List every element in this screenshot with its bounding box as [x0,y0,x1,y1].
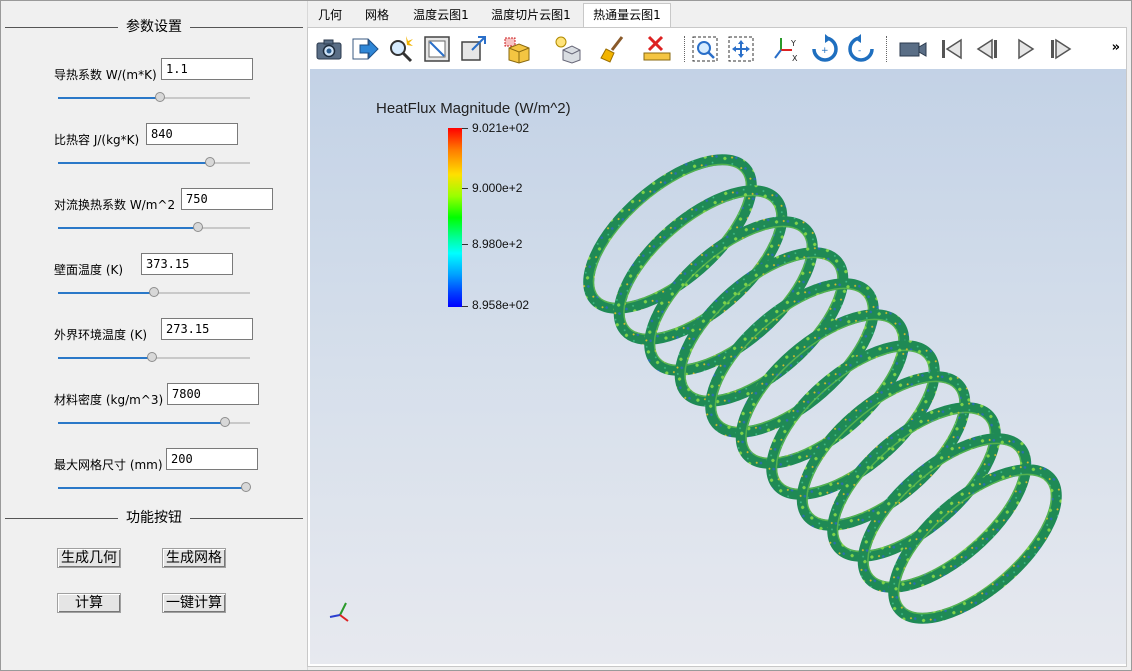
toolbar: YX + - » [308,28,1126,69]
slider-handle[interactable] [204,157,215,167]
tab-temperature-slice-contour[interactable]: 温度切片云图1 [481,3,581,28]
slider-handle[interactable] [154,92,165,102]
one-click-compute-button[interactable]: 一键计算 [162,593,226,613]
spring-coils [583,154,1062,624]
param-label: 最大网格尺寸 (mm) [54,458,163,472]
buttons-group-header: 功能按钮 [5,508,303,528]
svg-text:-: - [858,46,861,56]
previous-frame-icon[interactable] [972,34,1002,64]
param-row: 壁面温度 (K) 373.15 [1,253,307,313]
svg-text:X: X [792,54,798,63]
render-viewport[interactable]: HeatFlux Magnitude (W/m^2) 9.021e+02 9.0… [310,69,1126,664]
param-row: 对流换热系数 W/m^2 750 [1,188,307,248]
param-label: 导热系数 W/(m*K) [54,68,157,82]
last-frame-icon[interactable] [1046,34,1076,64]
clear-brush-icon[interactable] [598,34,628,64]
tab-temperature-contour[interactable]: 温度云图1 [403,3,479,28]
svg-text:+: + [821,46,829,56]
param-value-input[interactable]: 1.1 [161,58,253,80]
axes-orient-icon[interactable]: YX [772,34,802,64]
slider-fill [58,487,247,489]
param-row: 外界环境温度 (K) 273.15 [1,318,307,378]
restore-frame-icon[interactable] [458,34,488,64]
toolbar-separator [684,36,685,62]
rotate-ccw-icon[interactable]: - [846,34,876,64]
zoom-magic-icon[interactable] [386,34,416,64]
ruler-clear-icon[interactable] [642,34,672,64]
slider-fill [58,162,210,164]
camera-icon[interactable] [314,34,344,64]
toolbar-separator [886,36,887,62]
rotate-cw-icon[interactable]: + [810,34,840,64]
box-select-icon[interactable] [502,34,532,64]
param-slider[interactable] [58,222,250,234]
play-icon[interactable] [1010,34,1040,64]
slider-handle[interactable] [241,482,252,492]
svg-text:Y: Y [790,39,796,48]
param-slider[interactable] [58,157,250,169]
param-slider[interactable] [58,92,250,104]
slider-fill [58,357,153,359]
param-row: 最大网格尺寸 (mm) 200 [1,448,307,508]
param-slider[interactable] [58,417,250,429]
orientation-axes-icon [329,602,349,622]
slider-handle[interactable] [149,287,159,297]
generate-geometry-button[interactable]: 生成几何 [57,548,121,568]
param-label: 材料密度 (kg/m^3) [54,393,164,407]
param-value-input[interactable]: 7800 [167,383,259,405]
params-group-title: 参数设置 [118,17,190,37]
param-value-input[interactable]: 373.15 [141,253,233,275]
slider-fill [58,97,160,99]
slider-handle[interactable] [193,222,204,232]
slider-fill [58,422,226,424]
zoom-box-icon[interactable] [690,34,720,64]
param-value-input[interactable]: 840 [146,123,238,145]
slider-fill [58,227,199,229]
spring-model [583,154,1062,624]
pan-icon[interactable] [726,34,756,64]
export-icon[interactable] [350,34,380,64]
param-row: 材料密度 (kg/m^3) 7800 [1,383,307,443]
compute-button[interactable]: 计算 [57,593,121,613]
params-group-header: 参数设置 [5,17,303,37]
slider-handle[interactable] [147,352,158,362]
param-slider[interactable] [58,482,252,494]
tab-mesh[interactable]: 网格 [353,3,401,28]
tab-geometry[interactable]: 几何 [309,3,351,28]
tab-heatflux-contour[interactable]: 热通量云图1 [583,3,671,28]
param-slider[interactable] [58,287,250,299]
tab-content: YX + - » HeatFlux Magnitude (W/m^2) 9.02… [307,27,1127,667]
param-value-input[interactable]: 200 [166,448,258,470]
left-panel: 参数设置 导热系数 W/(m*K) 1.1 比热容 J/(kg*K) 840 对流换热系… [1,1,307,670]
param-slider[interactable] [58,352,250,364]
param-label: 壁面温度 (K) [54,263,124,277]
slider-fill [58,292,154,294]
first-frame-icon[interactable] [936,34,966,64]
light-icon[interactable] [552,34,582,64]
slider-handle[interactable] [220,417,231,427]
main-window: 参数设置 导热系数 W/(m*K) 1.1 比热容 J/(kg*K) 840 对流换热系… [0,0,1132,671]
param-label: 比热容 J/(kg*K) [54,133,140,147]
fit-frame-icon[interactable] [422,34,452,64]
video-camera-icon[interactable] [898,34,928,64]
generate-mesh-button[interactable]: 生成网格 [162,548,226,568]
param-value-input[interactable]: 750 [181,188,273,210]
param-row: 比热容 J/(kg*K) 840 [1,123,307,183]
param-row: 导热系数 W/(m*K) 1.1 [1,58,307,118]
param-value-input[interactable]: 273.15 [161,318,253,340]
buttons-group-title: 功能按钮 [118,508,190,528]
param-label: 对流换热系数 W/m^2 [54,198,176,212]
param-label: 外界环境温度 (K) [54,328,148,342]
more-icon[interactable]: » [1112,40,1120,55]
